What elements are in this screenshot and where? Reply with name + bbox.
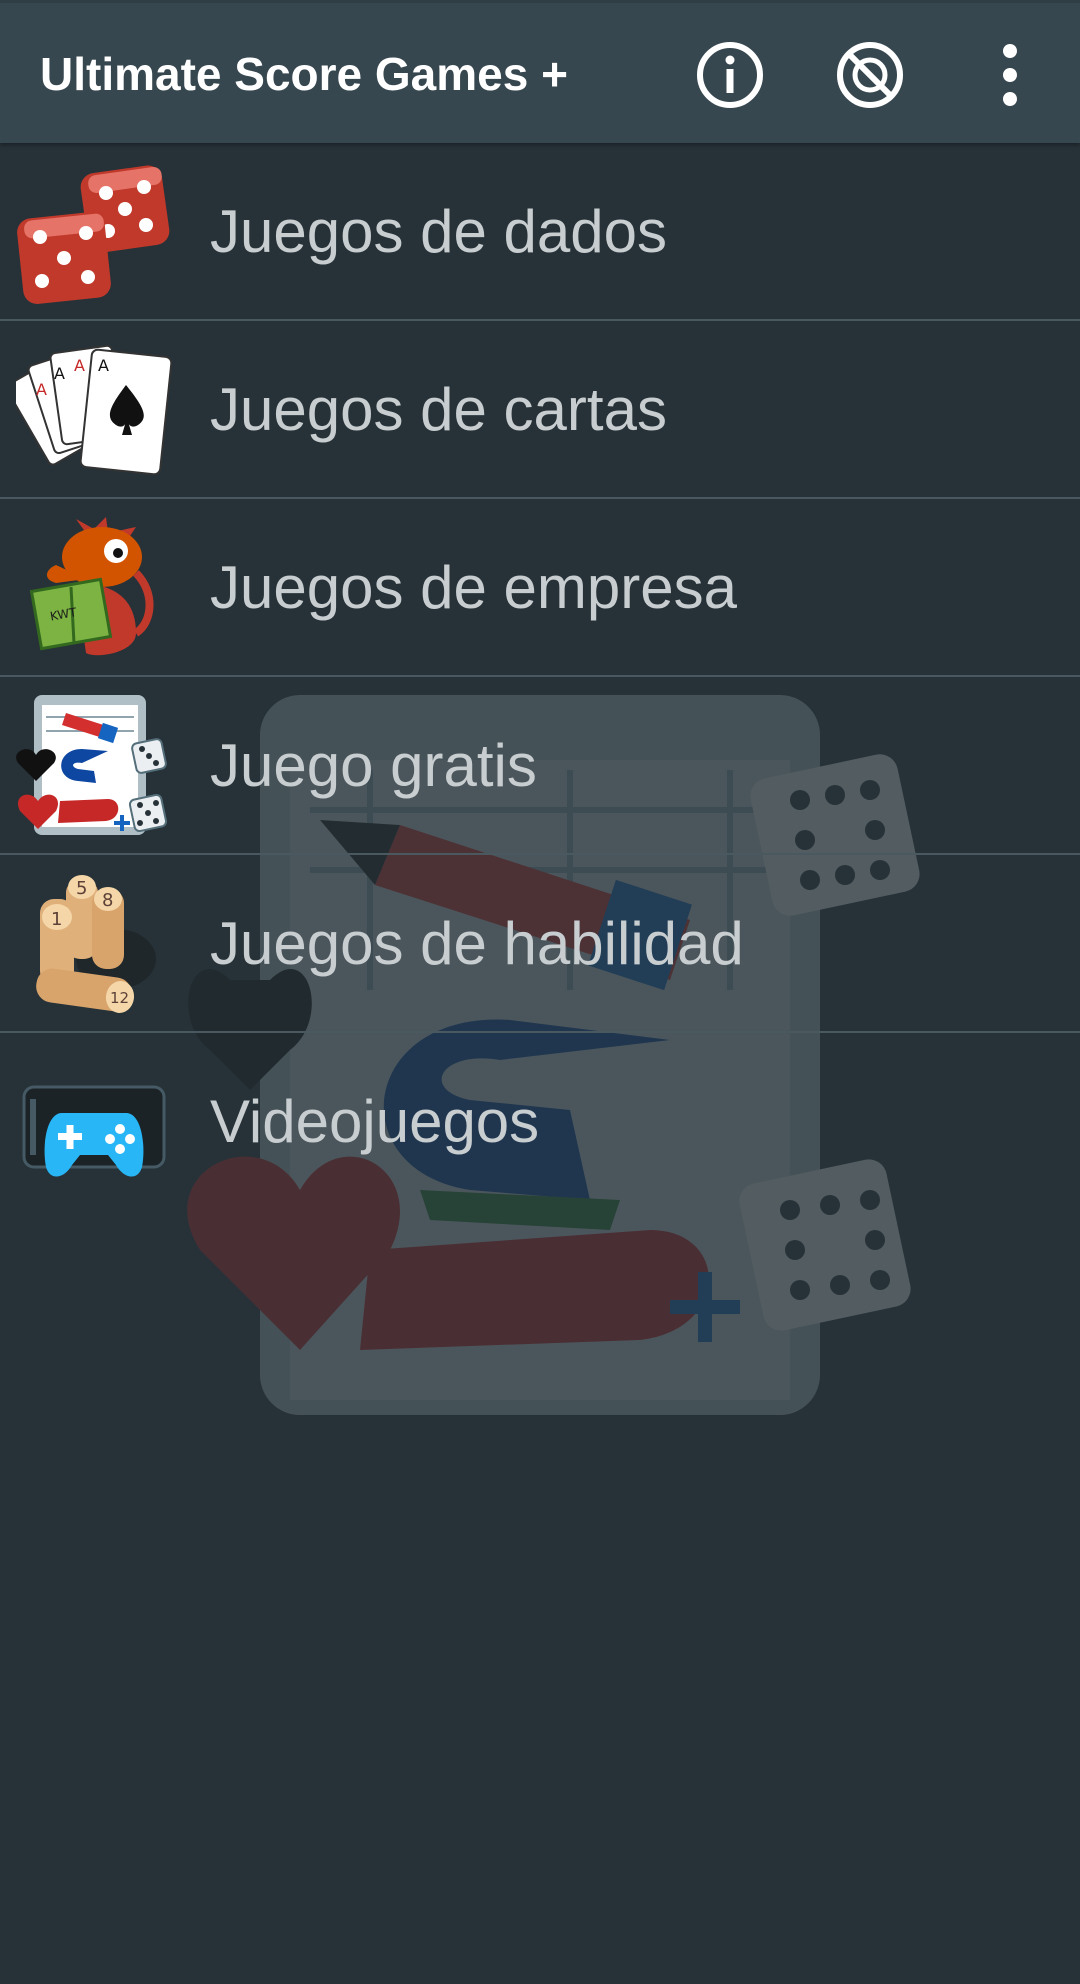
menu-item-label: Juego gratis — [210, 732, 537, 799]
menu-item-skill-games[interactable]: 5 8 1 12 Juegos de habilidad — [0, 855, 1080, 1033]
app-title: Ultimate Score Games + — [40, 48, 568, 100]
menu-item-video-games[interactable]: Videojuegos — [0, 1033, 1080, 1211]
dice-icon — [17, 165, 170, 304]
app-toolbar: Ultimate Score Games + — [0, 0, 1080, 143]
menu-item-card-games[interactable]: A A A A Juegos de cartas — [0, 321, 1080, 499]
dragon-reading-icon: KWT — [29, 517, 154, 656]
menu-item-free-game[interactable]: Juego gratis — [0, 677, 1080, 855]
no-ads-icon — [837, 42, 903, 108]
game-category-list: Juegos de dados A A A A Juegos de cartas — [0, 143, 1080, 1211]
svg-text:5: 5 — [76, 878, 87, 899]
menu-item-label: Juegos de habilidad — [210, 910, 744, 977]
info-button[interactable] — [694, 39, 766, 111]
playing-cards-icon: A A A A — [16, 344, 172, 476]
menu-item-label: Juegos de dados — [210, 198, 668, 265]
svg-text:A: A — [98, 356, 109, 375]
menu-item-label: Juegos de empresa — [210, 554, 737, 621]
score-sheet-icon — [16, 695, 168, 835]
menu-item-dice-games[interactable]: Juegos de dados — [0, 143, 1080, 321]
menu-item-board-games[interactable]: KWT Juegos de empresa — [0, 499, 1080, 677]
menu-item-label: Videojuegos — [210, 1088, 540, 1155]
svg-text:A: A — [74, 356, 85, 375]
gamepad-icon — [22, 1085, 166, 1177]
more-vert-icon — [1003, 44, 1017, 106]
svg-text:12: 12 — [110, 989, 129, 1007]
menu-item-label: Juegos de cartas — [210, 376, 667, 443]
svg-text:1: 1 — [51, 909, 62, 930]
info-icon — [697, 42, 763, 108]
remove-ads-button[interactable] — [834, 39, 906, 111]
overflow-menu-button[interactable] — [974, 39, 1046, 111]
svg-text:8: 8 — [102, 890, 113, 911]
app-root: Ultimate Score Games + Juegos de dados A… — [0, 0, 1080, 1984]
svg-text:A: A — [36, 380, 47, 399]
molkky-pins-icon: 5 8 1 12 — [36, 875, 156, 1013]
svg-text:A: A — [54, 364, 65, 383]
